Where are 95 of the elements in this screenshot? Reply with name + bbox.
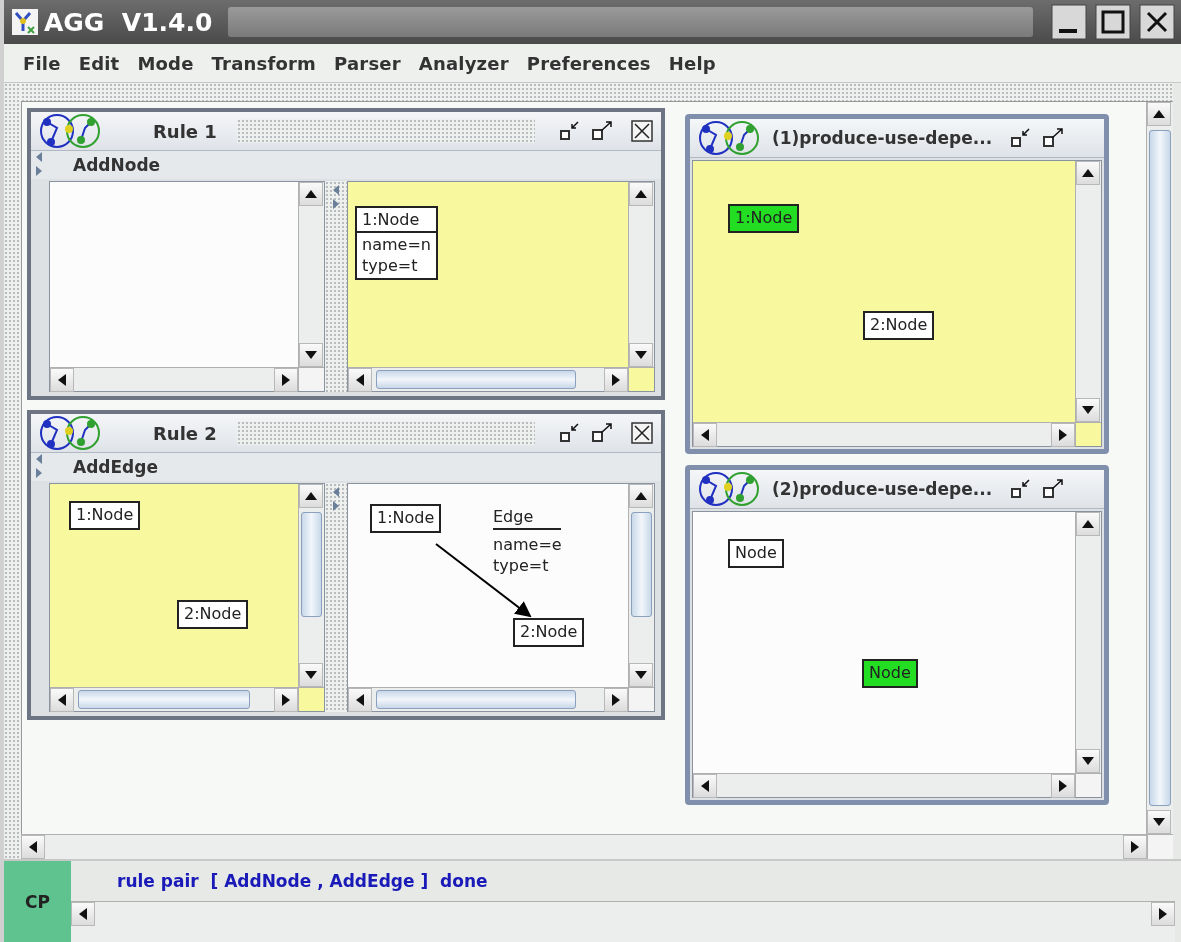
- iconify-icon[interactable]: [559, 422, 581, 444]
- up-arrow-icon[interactable]: [1153, 110, 1165, 118]
- up-arrow-icon[interactable]: [1082, 169, 1094, 177]
- right-arrow-icon[interactable]: [1131, 841, 1139, 853]
- up-arrow-icon[interactable]: [635, 492, 647, 500]
- down-arrow-icon[interactable]: [1082, 406, 1094, 414]
- left-arrow-icon[interactable]: [58, 694, 66, 706]
- up-arrow-icon[interactable]: [305, 492, 317, 500]
- iconify-icon[interactable]: [1010, 127, 1033, 149]
- menu-item[interactable]: Mode: [128, 52, 203, 74]
- menu-item[interactable]: Help: [659, 52, 725, 74]
- right-arrow-icon[interactable]: [282, 694, 290, 706]
- left-arrow-icon[interactable]: [356, 374, 364, 386]
- scroll-corner: [1075, 773, 1101, 797]
- down-arrow-icon[interactable]: [635, 671, 647, 679]
- close-icon[interactable]: [631, 422, 653, 444]
- vertical-scrollbar[interactable]: [298, 484, 324, 687]
- mode-badge: CP: [4, 861, 71, 942]
- edge-attribute: name=e: [493, 533, 562, 556]
- menu-item[interactable]: Analyzer: [409, 52, 518, 74]
- maximize-icon[interactable]: [1042, 127, 1065, 149]
- iconify-icon[interactable]: [1010, 478, 1033, 500]
- maximize-icon[interactable]: [591, 120, 613, 142]
- down-arrow-icon[interactable]: [305, 671, 317, 679]
- right-arrow-icon[interactable]: [1059, 780, 1067, 792]
- left-arrow-icon[interactable]: [79, 908, 87, 920]
- vertical-scrollbar[interactable]: [1075, 161, 1101, 422]
- down-arrow-icon[interactable]: [635, 351, 647, 359]
- left-arrow-icon[interactable]: [701, 429, 709, 441]
- scroll-corner: [1147, 834, 1173, 859]
- left-arrow-icon[interactable]: [29, 841, 37, 853]
- window-title: Rule 1: [152, 120, 218, 142]
- horizontal-scrollbar[interactable]: [21, 834, 1147, 859]
- horizontal-scrollbar[interactable]: [71, 901, 1175, 942]
- down-arrow-icon[interactable]: [1082, 757, 1094, 765]
- menu-item[interactable]: File: [14, 52, 70, 74]
- scroll-corner: [298, 367, 324, 391]
- scroll-corner: [1075, 422, 1101, 446]
- right-arrow-icon[interactable]: [612, 374, 620, 386]
- close-icon[interactable]: [1139, 4, 1175, 40]
- menu-item[interactable]: Parser: [325, 52, 410, 74]
- scroll-corner: [628, 367, 654, 391]
- up-arrow-icon[interactable]: [305, 190, 317, 198]
- graph-node[interactable]: 1:Node: [69, 501, 141, 530]
- window-title: AGG V1.4.0: [44, 7, 213, 37]
- graph-node[interactable]: 1:Node name=n type=t: [355, 206, 438, 281]
- down-arrow-icon[interactable]: [1153, 818, 1165, 826]
- graph-node[interactable]: Node: [862, 659, 918, 688]
- vertical-scrollbar[interactable]: [1075, 512, 1101, 773]
- rule-name: AddNode: [73, 155, 161, 175]
- maximize-icon[interactable]: [1042, 478, 1065, 500]
- graph-node[interactable]: 1:Node: [370, 504, 442, 533]
- edge-label: Edge: [493, 506, 562, 530]
- window-title: (2)produce-use-depe...: [772, 479, 994, 499]
- window-title: Rule 2: [152, 422, 218, 444]
- left-arrow-icon[interactable]: [356, 694, 364, 706]
- iconify-icon[interactable]: [559, 120, 581, 142]
- app-icon: [12, 9, 38, 35]
- horizontal-scrollbar[interactable]: [693, 422, 1075, 446]
- window-title: (1)produce-use-depe...: [772, 128, 994, 148]
- up-arrow-icon[interactable]: [635, 190, 647, 198]
- up-arrow-icon[interactable]: [1082, 520, 1094, 528]
- vertical-scrollbar[interactable]: [298, 182, 324, 367]
- left-arrow-icon[interactable]: [701, 780, 709, 792]
- menu-item[interactable]: Preferences: [517, 52, 660, 74]
- maximize-icon[interactable]: [591, 422, 613, 444]
- close-icon[interactable]: [631, 120, 653, 142]
- status-message: rule pair [ AddNode , AddEdge ] done: [117, 871, 488, 891]
- edge-attribute: type=t: [493, 555, 550, 577]
- rule-name: AddEdge: [73, 457, 158, 477]
- left-arrow-icon[interactable]: [58, 374, 66, 386]
- graph-node[interactable]: 2:Node: [863, 311, 935, 340]
- graph-node[interactable]: 2:Node: [177, 600, 249, 629]
- scroll-corner: [298, 687, 324, 711]
- right-arrow-icon[interactable]: [1059, 429, 1067, 441]
- horizontal-scrollbar[interactable]: [693, 773, 1075, 797]
- down-arrow-icon[interactable]: [305, 351, 317, 359]
- menu-item[interactable]: Transform: [202, 52, 326, 74]
- right-arrow-icon[interactable]: [282, 374, 290, 386]
- vertical-scrollbar[interactable]: [1146, 102, 1173, 834]
- graph-node[interactable]: 1:Node: [728, 204, 800, 233]
- menu-item[interactable]: Edit: [69, 52, 129, 74]
- maximize-icon[interactable]: [1095, 4, 1131, 40]
- graph-node[interactable]: 2:Node: [513, 618, 585, 647]
- vertical-scrollbar[interactable]: [628, 484, 654, 687]
- horizontal-scrollbar[interactable]: [348, 367, 628, 391]
- vertical-scrollbar[interactable]: [628, 182, 654, 367]
- horizontal-scrollbar[interactable]: [50, 687, 298, 711]
- graph-node[interactable]: Node: [728, 539, 784, 568]
- minimize-icon[interactable]: [1051, 4, 1087, 40]
- right-arrow-icon[interactable]: [1159, 908, 1167, 920]
- horizontal-scrollbar[interactable]: [348, 687, 628, 711]
- right-arrow-icon[interactable]: [612, 694, 620, 706]
- horizontal-scrollbar[interactable]: [50, 367, 298, 391]
- scroll-corner: [628, 687, 654, 711]
